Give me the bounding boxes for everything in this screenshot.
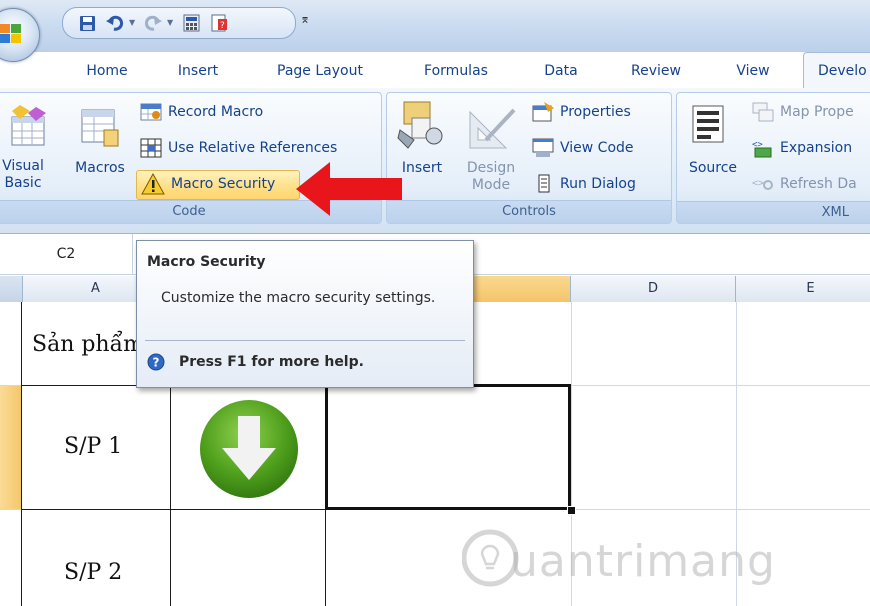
select-all-corner[interactable] — [0, 276, 23, 302]
record-macro-button[interactable]: Record Macro — [140, 100, 263, 124]
tooltip-title: Macro Security — [147, 254, 266, 270]
map-properties-label: Map Prope — [780, 104, 854, 120]
refresh-data-icon: <> — [752, 178, 773, 190]
customize-qat-button[interactable]: ⌆ — [300, 12, 312, 26]
tab-formulas[interactable]: Formulas — [408, 55, 504, 87]
tab-developer[interactable]: Develo — [803, 52, 870, 88]
insert-controls-button[interactable]: Insert — [398, 160, 446, 177]
tab-view[interactable]: View — [724, 55, 782, 87]
undo-icon[interactable] — [105, 13, 125, 33]
use-relative-references-button[interactable]: Use Relative References — [140, 136, 337, 160]
table-border — [21, 302, 22, 606]
warning-icon — [141, 173, 165, 195]
watermark-text: uantrimang — [510, 536, 776, 587]
undo-dropdown[interactable]: ▼ — [129, 19, 137, 27]
xml-group-label: XML — [677, 201, 870, 223]
redo-dropdown[interactable]: ▼ — [167, 19, 175, 27]
properties-button[interactable]: Properties — [532, 100, 631, 124]
use-relative-references-label: Use Relative References — [168, 140, 338, 156]
expansion-packs-icon: <> — [752, 140, 772, 158]
design-mode-label-1: Design — [466, 160, 516, 176]
office-logo-icon — [0, 24, 21, 43]
calculator-icon[interactable] — [181, 13, 201, 33]
red-arrow-annotation — [296, 162, 402, 216]
properties-label: Properties — [560, 104, 631, 120]
design-mode-label-2: Mode — [471, 177, 511, 193]
save-icon[interactable] — [77, 13, 97, 33]
properties-icon — [532, 102, 554, 122]
tooltip-help-row: ? Press F1 for more help. — [147, 353, 364, 371]
view-code-icon — [532, 138, 554, 157]
svg-text:?: ? — [153, 356, 160, 370]
visual-basic-button[interactable]: Visual Basic — [0, 158, 48, 192]
quick-access-toolbar: ▼ ▼ ? — [62, 7, 296, 39]
source-icon — [690, 104, 726, 146]
column-header-d[interactable]: D — [571, 276, 736, 302]
view-code-button[interactable]: View Code — [532, 136, 634, 160]
name-box[interactable]: C2 — [0, 234, 133, 274]
selected-cell-c2[interactable] — [325, 384, 571, 510]
tooltip-separator — [145, 340, 465, 341]
macro-security-row[interactable]: Macro Security — [141, 172, 275, 196]
source-button[interactable]: Source — [682, 160, 744, 177]
map-properties-icon — [752, 102, 774, 122]
cell-a1[interactable]: Sản phẩm — [32, 332, 144, 357]
design-mode-button[interactable]: Design Mode — [462, 160, 520, 194]
tab-data[interactable]: Data — [534, 55, 588, 87]
run-dialog-label: Run Dialog — [560, 176, 636, 192]
column-header-e[interactable]: E — [736, 276, 870, 302]
macros-button[interactable]: Macros — [70, 160, 130, 177]
insert-controls-icon — [396, 100, 446, 152]
tab-insert[interactable]: Insert — [168, 55, 228, 87]
refresh-data-label: Refresh Da — [780, 176, 857, 192]
redo-icon[interactable] — [143, 13, 163, 33]
macro-security-tooltip: Macro Security Customize the macro secur… — [136, 240, 474, 388]
fill-handle[interactable] — [567, 506, 576, 515]
macros-icon — [78, 106, 122, 150]
refresh-data-button[interactable]: <> Refresh Da — [752, 172, 857, 196]
controls-group-label: Controls — [387, 200, 671, 223]
cell-a2[interactable]: S/P 1 — [64, 434, 122, 459]
tab-review[interactable]: Review — [616, 55, 696, 87]
svg-text:<>: <> — [752, 178, 764, 189]
row-header-2[interactable] — [0, 385, 22, 509]
tooltip-description: Customize the macro security settings. — [161, 290, 436, 306]
tab-home[interactable]: Home — [76, 55, 138, 87]
tab-page-layout[interactable]: Page Layout — [262, 55, 378, 87]
record-macro-label: Record Macro — [168, 104, 264, 120]
design-mode-icon — [466, 104, 518, 152]
run-dialog-icon — [538, 174, 550, 193]
run-dialog-button[interactable]: Run Dialog — [536, 172, 636, 196]
download-arrow-icon — [200, 400, 298, 498]
view-code-label: View Code — [560, 140, 634, 156]
macro-security-label: Macro Security — [171, 176, 276, 192]
expansion-packs-button[interactable]: <> Expansion — [752, 136, 852, 160]
svg-text:?: ? — [220, 21, 225, 31]
tooltip-help-text: Press F1 for more help. — [179, 354, 364, 370]
help-icon[interactable]: ? — [209, 13, 229, 33]
help-circle-icon: ? — [147, 353, 165, 371]
expansion-packs-label: Expansion — [780, 140, 853, 156]
map-properties-button[interactable]: Map Prope — [752, 100, 854, 124]
visual-basic-label: Visual Basic — [2, 158, 44, 191]
relative-references-icon — [140, 138, 162, 158]
visual-basic-icon — [8, 103, 48, 147]
record-macro-icon — [140, 103, 162, 121]
cell-a3[interactable]: S/P 2 — [64, 560, 122, 585]
